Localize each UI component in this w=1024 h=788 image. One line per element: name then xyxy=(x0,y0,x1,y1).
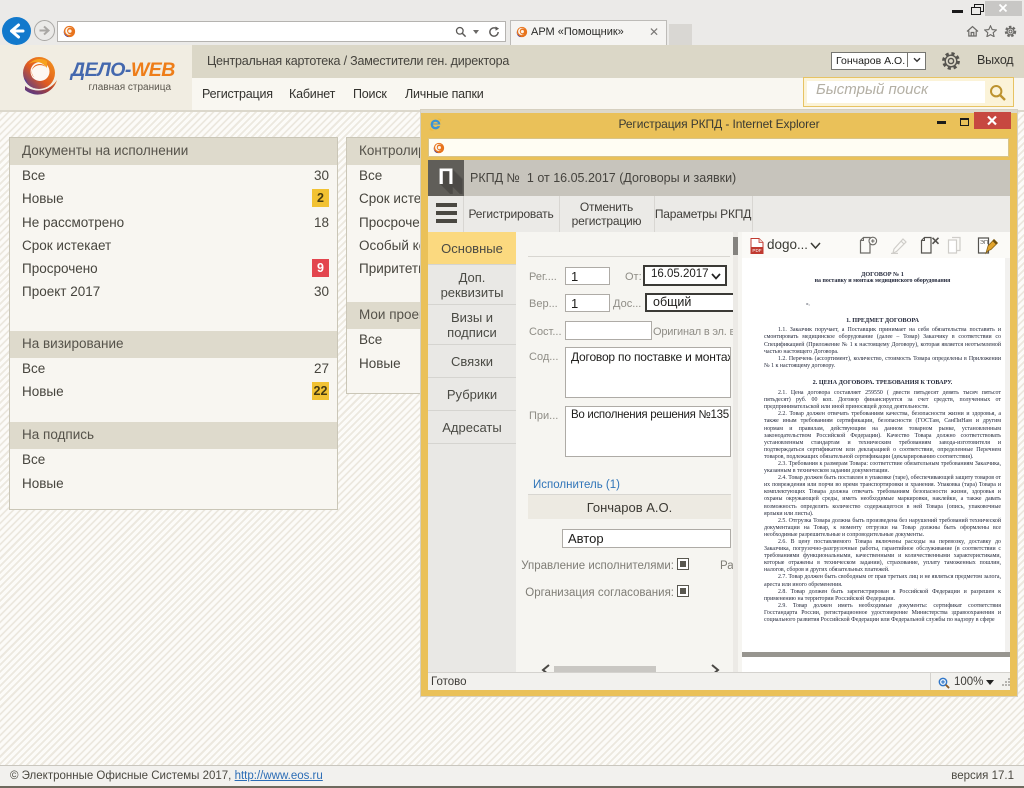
svg-text:ЭП: ЭП xyxy=(980,240,988,246)
svg-text:PDF: PDF xyxy=(752,248,761,253)
